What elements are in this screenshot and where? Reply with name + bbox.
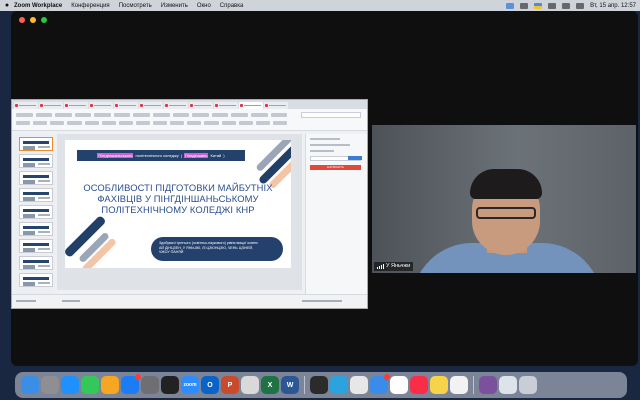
side-panel-red-button[interactable]: НАТИСНІТЬ — [310, 165, 361, 170]
control-center-icon[interactable] — [576, 2, 585, 9]
macos-menu-bar: ● Zoom Workplace Конференция Посмотреть … — [0, 0, 640, 11]
menu-conference[interactable]: Конференция — [71, 3, 109, 9]
window-controls — [19, 17, 47, 23]
app-store-icon[interactable] — [121, 374, 141, 394]
word-icon[interactable]: W — [281, 376, 299, 394]
preview-icon[interactable] — [499, 376, 517, 394]
wps-tab[interactable] — [139, 102, 163, 109]
slide-thumbnail[interactable] — [19, 205, 53, 219]
participant-name: У Яньчжи — [386, 263, 411, 269]
wps-tab[interactable] — [264, 102, 288, 109]
chatgpt-icon[interactable] — [161, 376, 179, 394]
word-pad-icon[interactable] — [241, 376, 259, 394]
wps-tab[interactable] — [39, 102, 63, 109]
zoom-meeting-window: Пінгдіншаньського політехнічного коледжу… — [11, 11, 638, 366]
menu-window[interactable]: Окно — [197, 3, 211, 9]
slide-thumbnail[interactable] — [19, 154, 53, 168]
reminders-icon[interactable] — [450, 376, 468, 394]
fullscreen-window-icon[interactable] — [41, 17, 47, 23]
slide-thumbnail[interactable] — [19, 273, 53, 287]
settings-icon[interactable] — [141, 376, 159, 394]
finder-icon[interactable] — [21, 376, 39, 394]
menu-edit[interactable]: Изменить — [161, 3, 188, 9]
slide-thumbnail[interactable] — [19, 256, 53, 270]
side-panel-blue-button[interactable] — [348, 156, 362, 160]
photos-icon[interactable] — [101, 376, 119, 394]
wps-tab[interactable] — [214, 102, 238, 109]
header-suffix: Китай — [210, 153, 222, 158]
zoom-icon[interactable]: zoom — [181, 376, 199, 394]
current-slide: Пінгдіншаньського політехнічного коледжу… — [65, 140, 291, 268]
wps-tab-active[interactable] — [239, 102, 263, 109]
terminal-icon[interactable] — [310, 376, 328, 394]
wps-tab-strip — [12, 100, 367, 109]
authors-line: ЧЖОУ ПАНЯЙ — [159, 250, 184, 254]
battery-icon[interactable] — [520, 2, 529, 9]
shared-screen: Пінгдіншаньського політехнічного коледжу… — [11, 99, 368, 309]
calendar-icon[interactable] — [390, 376, 408, 394]
slide-thumbnail[interactable] — [19, 137, 53, 151]
wps-search-field[interactable] — [301, 112, 361, 118]
status-tray: Вт, 15 апр. 12:57 — [506, 0, 636, 11]
wps-tab[interactable] — [164, 102, 188, 109]
keyboard-layout-icon[interactable] — [534, 2, 543, 9]
excel-icon[interactable]: X — [261, 376, 279, 394]
wps-tab[interactable] — [14, 102, 38, 109]
chrome-icon[interactable] — [350, 376, 368, 394]
mail-icon[interactable] — [370, 374, 390, 394]
wifi-icon[interactable] — [548, 2, 557, 9]
participant-video[interactable]: У Яньчжи — [372, 125, 636, 273]
menu-help[interactable]: Справка — [220, 3, 244, 9]
close-window-icon[interactable] — [19, 17, 25, 23]
launchpad-icon[interactable] — [41, 376, 59, 394]
menu-app-name[interactable]: Zoom Workplace — [14, 3, 62, 9]
viber-icon[interactable] — [479, 376, 497, 394]
wps-tab[interactable] — [114, 102, 138, 109]
music-icon[interactable] — [410, 376, 428, 394]
wps-tab[interactable] — [189, 102, 213, 109]
safari-icon[interactable] — [61, 376, 79, 394]
participant-glasses — [476, 207, 536, 219]
dock-separator — [304, 376, 305, 394]
apple-menu-icon[interactable]: ● — [0, 2, 14, 9]
participant-name-tag: У Яньчжи — [374, 262, 414, 271]
powerpoint-icon[interactable]: P — [221, 376, 239, 394]
macos-dock: zoom O P X W — [15, 372, 627, 398]
notes-icon[interactable] — [430, 376, 448, 394]
wps-ribbon — [12, 109, 367, 131]
trash-icon[interactable] — [519, 376, 537, 394]
slide-authors-box: Здобувачі третього (освітньо-наукового) … — [151, 237, 283, 261]
wps-side-panel: НАТИСНІТЬ — [305, 134, 367, 294]
search-icon[interactable] — [562, 2, 571, 9]
wps-status-bar — [12, 294, 367, 308]
slide-thumbnail[interactable] — [19, 171, 53, 185]
header-highlight: Пінгдіншань — [184, 153, 209, 158]
wps-tab[interactable] — [64, 102, 88, 109]
audio-signal-icon — [377, 264, 384, 269]
zoom-tray-icon[interactable] — [506, 2, 515, 9]
header-highlight: Пінгдіншаньського — [97, 153, 134, 158]
outlook-icon[interactable]: O — [201, 376, 219, 394]
slide-title: ОСОБЛИВОСТІ ПІДГОТОВКИ МАЙБУТНІХ ФАХІВЦІ… — [83, 182, 273, 215]
menu-clock[interactable]: Вт, 15 апр. 12:57 — [590, 3, 636, 9]
slide-thumbnail[interactable] — [19, 222, 53, 236]
facetime-icon[interactable] — [81, 376, 99, 394]
slide-thumbnails — [15, 134, 55, 294]
slide-thumbnail[interactable] — [19, 239, 53, 253]
slide-header-strip: Пінгдіншаньського політехнічного коледжу… — [77, 150, 245, 161]
minimize-window-icon[interactable] — [30, 17, 36, 23]
header-text: політехнічного коледжу — [135, 153, 179, 158]
menu-view[interactable]: Посмотреть — [119, 3, 152, 9]
telegram-icon[interactable] — [330, 376, 348, 394]
dock-separator — [473, 376, 474, 394]
slide-canvas: Пінгдіншаньського політехнічного коледжу… — [57, 134, 302, 290]
wps-tab[interactable] — [89, 102, 113, 109]
slide-thumbnail[interactable] — [19, 188, 53, 202]
